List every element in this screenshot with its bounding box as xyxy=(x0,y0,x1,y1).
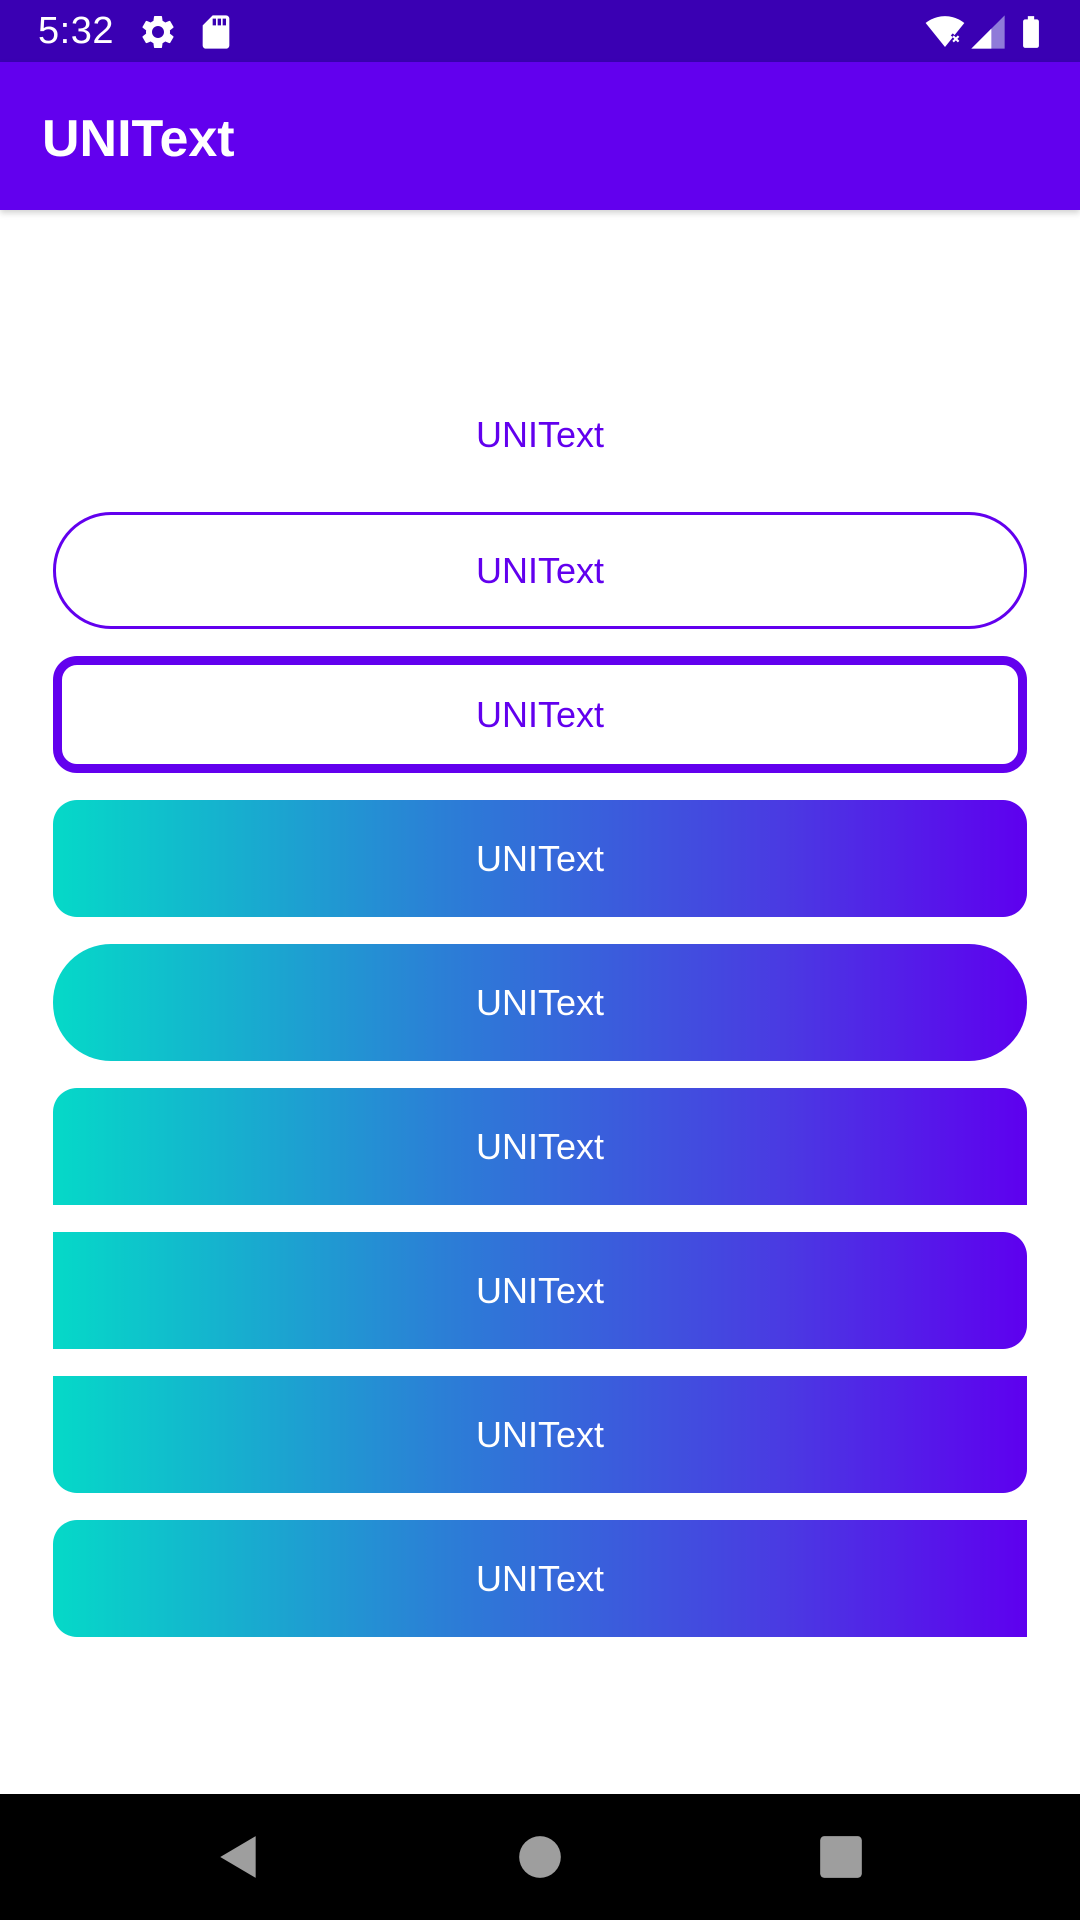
settings-icon xyxy=(138,12,178,52)
gradient-right-rounded-button[interactable]: UNIText xyxy=(53,1232,1027,1349)
status-bar: 5:32 xyxy=(0,0,1080,62)
outline-pill-button[interactable]: UNIText xyxy=(53,512,1027,629)
battery-icon xyxy=(1012,12,1050,52)
gradient-rounded-button[interactable]: UNIText xyxy=(53,800,1027,917)
status-time: 5:32 xyxy=(38,10,114,52)
gradient-bottom-rounded-button[interactable]: UNIText xyxy=(53,1376,1027,1493)
home-icon[interactable] xyxy=(515,1832,565,1882)
gradient-pill-button[interactable]: UNIText xyxy=(53,944,1027,1061)
content-area: UNIText UNIText UNIText UNIText UNIText … xyxy=(0,210,1080,1794)
outline-thick-button[interactable]: UNIText xyxy=(53,656,1027,773)
wifi-icon xyxy=(922,12,968,52)
app-bar: UNIText xyxy=(0,62,1080,210)
sd-card-icon xyxy=(196,12,236,52)
plain-unitext-label[interactable]: UNIText xyxy=(0,400,1080,470)
gradient-left-rounded-button[interactable]: UNIText xyxy=(53,1520,1027,1637)
gradient-top-rounded-button[interactable]: UNIText xyxy=(53,1088,1027,1205)
cell-signal-icon xyxy=(968,12,1008,52)
app-title: UNIText xyxy=(42,110,235,168)
navigation-bar xyxy=(0,1794,1080,1920)
recents-icon[interactable] xyxy=(816,1832,866,1882)
back-icon[interactable] xyxy=(214,1832,264,1882)
